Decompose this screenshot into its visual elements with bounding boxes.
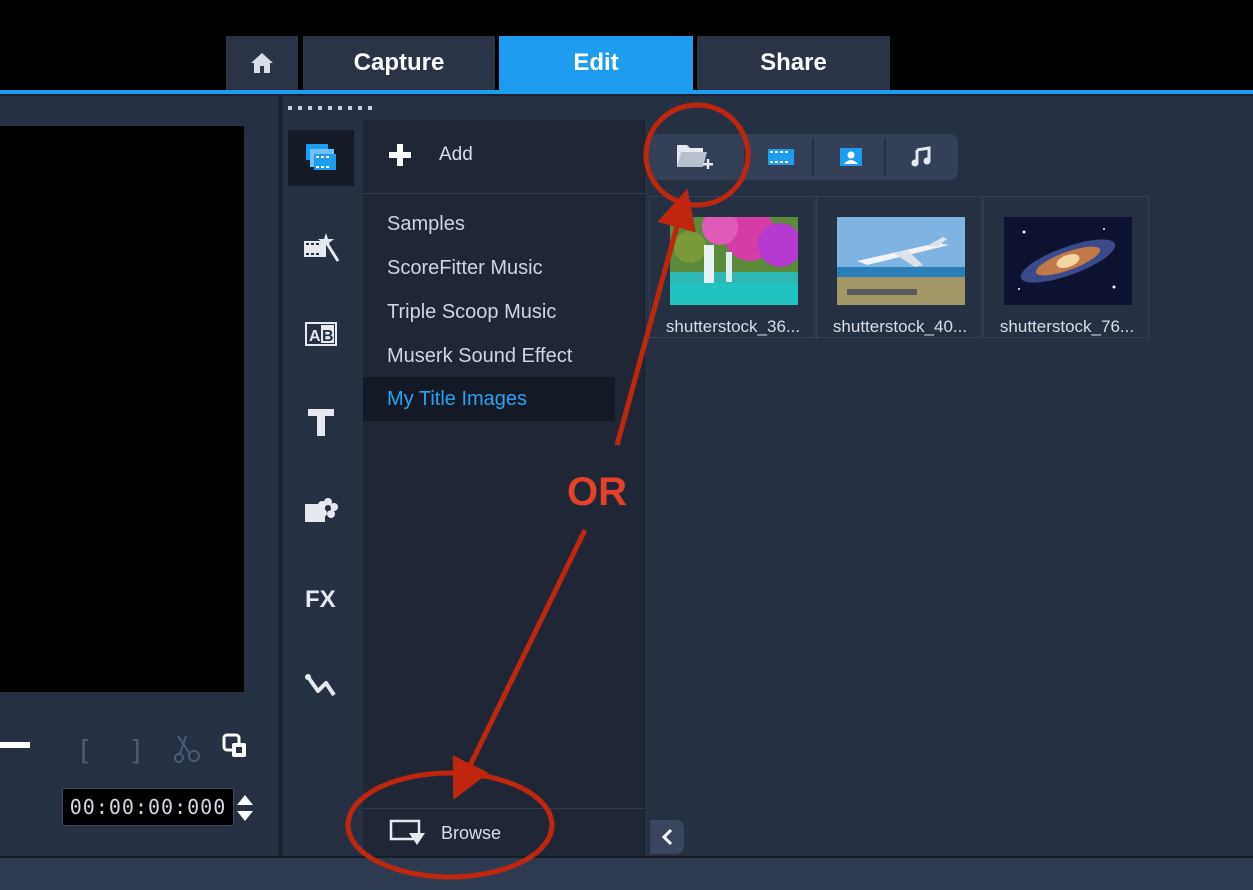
timecode-field[interactable]: 00:00:00:000 (62, 788, 234, 826)
instant-project-icon (304, 233, 340, 262)
title-t-icon (308, 409, 334, 436)
tab-accent-line (0, 90, 1253, 94)
show-photos-button[interactable] (828, 134, 874, 180)
timecode-stepper-icon[interactable] (234, 790, 256, 826)
browse-icon (389, 819, 425, 845)
panel-grip-icon[interactable] (288, 106, 378, 112)
scissors-icon[interactable] (172, 734, 204, 764)
top-tab-bar: Capture Edit Share (0, 0, 1253, 94)
media-category-button[interactable] (288, 130, 354, 186)
library-category-strip: A B FX (283, 120, 361, 856)
instant-project-category-button[interactable] (288, 218, 354, 274)
tab-edit[interactable]: Edit (499, 36, 693, 90)
graphic-flower-icon (305, 498, 338, 522)
show-audio-button[interactable] (896, 134, 946, 180)
chevron-left-icon (661, 828, 673, 846)
collapse-panel-button[interactable] (650, 820, 684, 854)
plus-icon (389, 144, 411, 166)
scrubber-handle[interactable] (0, 742, 30, 748)
folder-item-scorefitter-music[interactable]: ScoreFitter Music (363, 246, 615, 290)
toolbar-separator (884, 138, 886, 176)
add-label: Add (439, 144, 473, 165)
transition-category-button[interactable]: A B (288, 306, 354, 362)
folder-item-samples[interactable]: Samples (363, 202, 615, 246)
tab-share[interactable]: Share (697, 36, 890, 90)
media-thumbnail[interactable]: shutterstock_40... (816, 196, 982, 338)
motion-path-icon (305, 674, 336, 697)
timeline-toolbar (0, 856, 1253, 890)
transition-ab-icon: A B (305, 322, 337, 346)
show-videos-button[interactable] (758, 134, 804, 180)
svg-text:B: B (322, 328, 334, 345)
home-icon (251, 53, 273, 73)
toolbar-separator (744, 138, 746, 176)
browse-label: Browse (441, 823, 502, 843)
copy-clip-icon[interactable] (222, 733, 248, 759)
import-media-button[interactable] (660, 134, 730, 180)
folder-plus-icon (677, 145, 713, 169)
galaxy-thumbnail-image (1004, 217, 1132, 305)
thumbnail-filename: shutterstock_40... (832, 317, 968, 336)
video-editor-window: Capture Edit Share [ ] 00:00:00:000 A B … (0, 0, 1253, 890)
filter-category-button[interactable]: FX (288, 570, 354, 626)
add-folder-button[interactable]: Add (363, 120, 645, 194)
mark-out-icon[interactable]: ] (128, 734, 145, 767)
media-icon (306, 144, 336, 170)
tab-home[interactable] (226, 36, 298, 90)
folder-item-muserk-sound-effect[interactable]: Muserk Sound Effect (363, 334, 615, 378)
or-annotation-label: OR (567, 470, 627, 514)
media-thumbnail[interactable]: shutterstock_36... (649, 196, 815, 338)
toolbar-separator (812, 138, 814, 176)
thumbnail-filename: shutterstock_36... (665, 317, 801, 336)
svg-text:FX: FX (305, 586, 336, 612)
music-note-icon (911, 146, 931, 167)
thumbnail-filename: shutterstock_76... (999, 317, 1135, 336)
airplane-thumbnail-image (837, 217, 965, 305)
fx-icon: FX (305, 586, 336, 612)
folder-item-my-title-images[interactable]: My Title Images (363, 377, 615, 421)
folder-item-triple-scoop-music[interactable]: Triple Scoop Music (363, 290, 615, 334)
graphic-category-button[interactable] (288, 482, 354, 538)
waterfall-thumbnail-image (670, 217, 798, 305)
video-filmstrip-icon (768, 149, 794, 165)
media-thumbnail[interactable]: shutterstock_76... (983, 196, 1149, 338)
video-preview[interactable] (0, 126, 244, 692)
title-category-button[interactable] (288, 394, 354, 450)
path-category-button[interactable] (288, 658, 354, 714)
svg-text:A: A (309, 328, 321, 345)
mark-in-icon[interactable]: [ (76, 734, 93, 767)
browse-button[interactable]: Browse (363, 808, 645, 856)
photo-person-icon (840, 148, 862, 166)
tab-capture[interactable]: Capture (303, 36, 495, 90)
